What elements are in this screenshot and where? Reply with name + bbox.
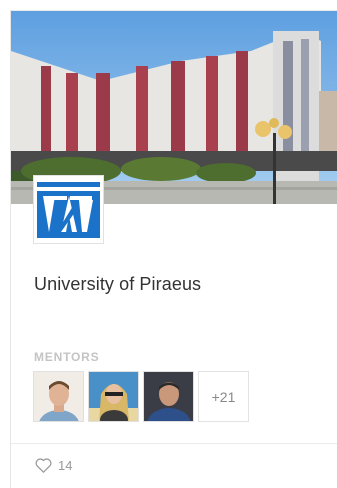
mentor-avatar[interactable] [88,371,139,422]
divider [11,443,337,444]
like-button[interactable]: 14 [35,458,72,473]
organization-logo[interactable] [33,175,104,244]
mentors-list: +21 [33,371,249,422]
more-mentors-button[interactable]: +21 [198,371,249,422]
mentor-avatar[interactable] [33,371,84,422]
mentor-avatar[interactable] [143,371,194,422]
university-of-piraeus-logo [37,181,100,238]
heart-outline-icon [35,458,52,473]
organization-title[interactable]: University of Piraeus [34,274,201,295]
organization-card[interactable]: University of Piraeus MENTORS +21 14 [10,10,337,488]
mentors-label: MENTORS [34,350,100,364]
like-count: 14 [58,458,73,473]
